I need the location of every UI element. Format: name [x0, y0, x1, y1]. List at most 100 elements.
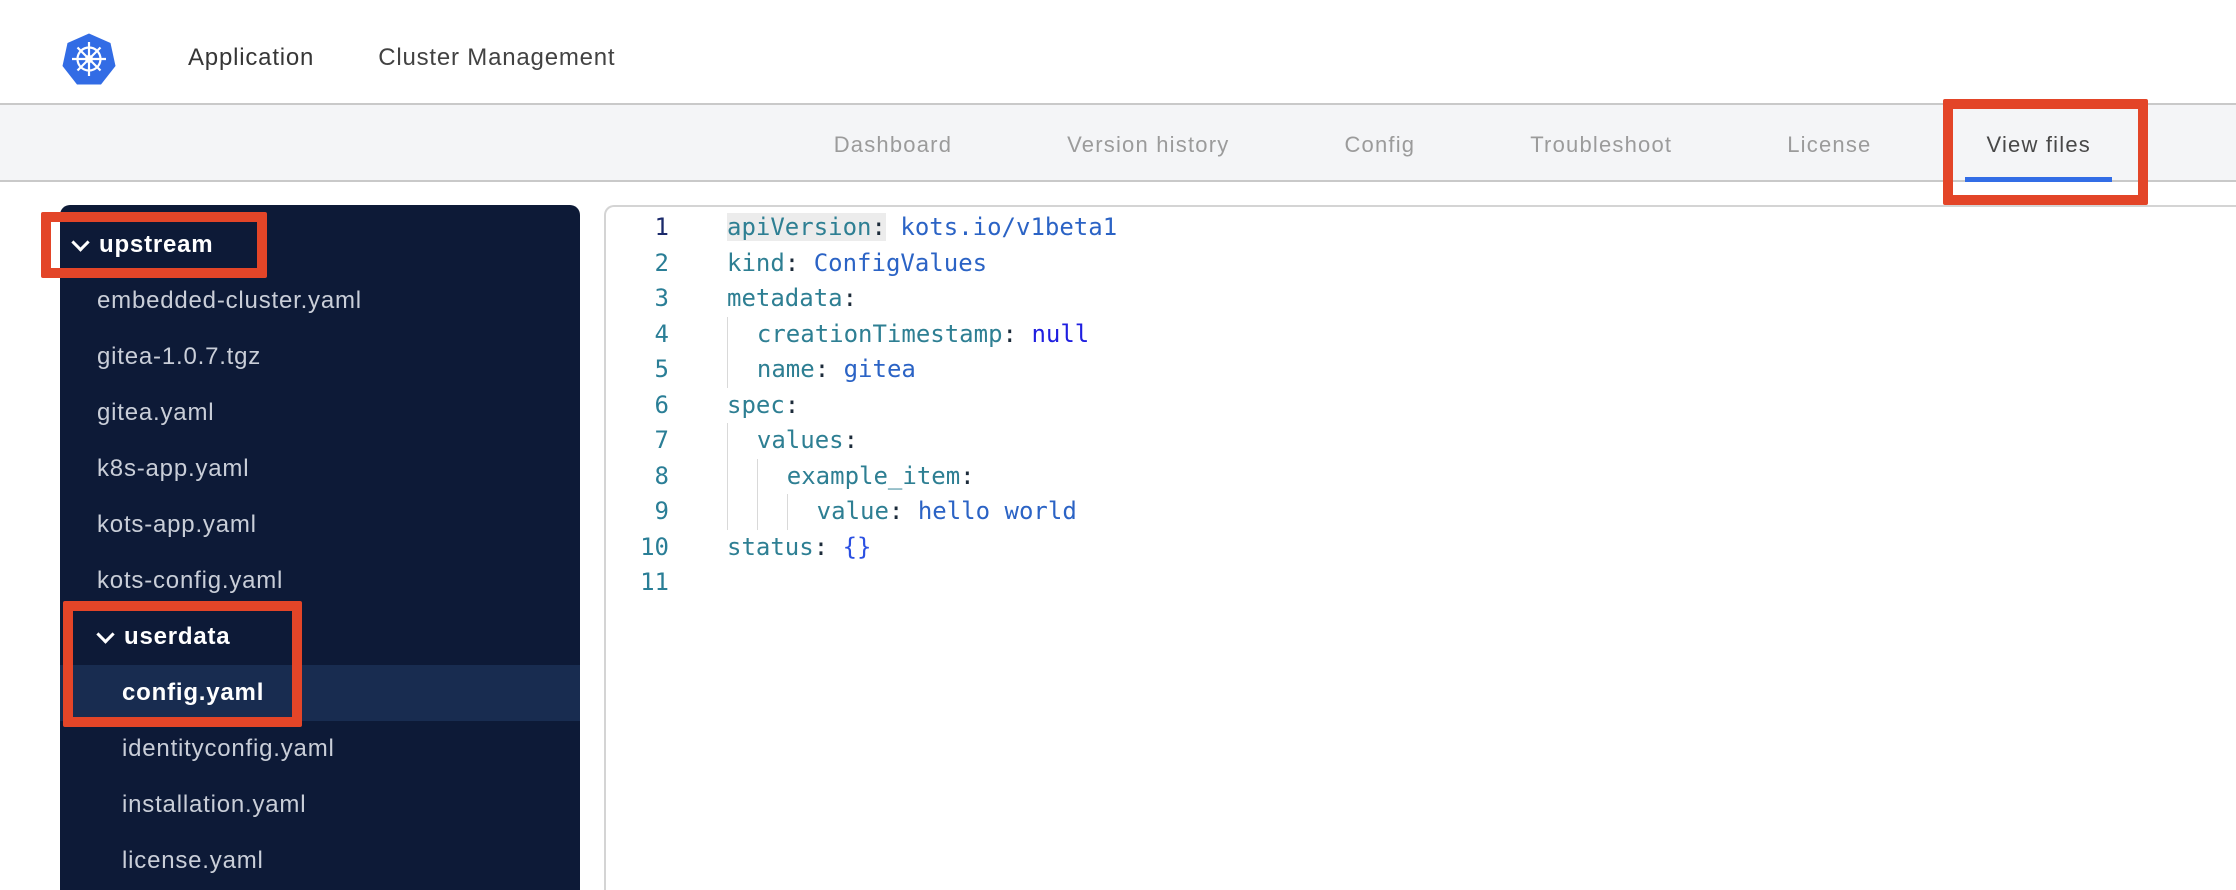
code-line-6: 6 spec: — [606, 388, 2236, 424]
indent-guide — [756, 458, 787, 494]
file-tree-item-label: config.yaml — [122, 679, 265, 706]
file-tree-item-userdata[interactable]: userdata — [60, 609, 580, 665]
line-number: 1 — [654, 213, 669, 241]
token-str: ConfigValues — [813, 248, 988, 277]
code-line-1: 1 apiVersion: kots.io/v1beta1 — [606, 210, 2236, 246]
code-line-10: 10 status: {} — [606, 530, 2236, 566]
line-number: 11 — [640, 568, 669, 596]
line-content: metadata: — [727, 281, 857, 317]
code-line-5: 5 name: gitea — [606, 352, 2236, 388]
line-number: 9 — [654, 497, 669, 525]
token-punc: : — [784, 390, 800, 419]
line-number: 7 — [654, 426, 669, 454]
line-content: spec: — [727, 388, 799, 424]
token-punc: : — [814, 355, 830, 383]
line-number: 3 — [654, 284, 669, 312]
tab-license[interactable]: License — [1766, 105, 1892, 180]
indent-guide — [786, 494, 817, 530]
top-tabs: Application Cluster Management — [160, 0, 643, 111]
file-tree-item-embedded-cluster-yaml[interactable]: embedded-cluster.yaml — [60, 273, 580, 329]
line-number: 6 — [654, 390, 669, 419]
file-tree-item-installation-yaml[interactable]: installation.yaml — [60, 777, 580, 833]
kubernetes-logo — [62, 33, 116, 85]
code-line-2: 2 kind: ConfigValues — [606, 246, 2236, 282]
indent-guide — [727, 316, 757, 352]
token-punc: : — [960, 461, 975, 490]
indent-guide — [727, 458, 757, 494]
chevron-down-icon — [96, 624, 115, 644]
file-tree-item-label: embedded-cluster.yaml — [97, 287, 362, 314]
token-punc: : — [1002, 319, 1017, 348]
line-content: status: {} — [727, 530, 872, 566]
file-tree-item-config-yaml[interactable]: config.yaml — [60, 665, 580, 721]
tab-view-files[interactable]: View files — [1965, 105, 2112, 182]
code-line-7: 7 values: — [606, 423, 2236, 459]
file-tree-item-label: identityconfig.yaml — [122, 735, 335, 762]
code-editor[interactable]: 1 apiVersion: kots.io/v1beta1 2 kind: Confi… — [604, 205, 2236, 890]
line-content: value: hello world — [727, 494, 1077, 530]
token-key: example_item — [786, 461, 961, 490]
indent-guide — [756, 494, 787, 530]
line-content: name: gitea — [727, 352, 916, 388]
token-punc: : — [843, 426, 859, 454]
top-tab-cluster-management[interactable]: Cluster Management — [350, 0, 643, 109]
code-line-8: 8 example_item: — [606, 458, 2236, 494]
indent-guide — [727, 494, 757, 530]
chevron-down-icon — [71, 232, 90, 252]
token-key: values — [756, 426, 844, 454]
file-tree-item-label: upstream — [99, 231, 214, 258]
file-tree-item-gitea-yaml[interactable]: gitea.yaml — [60, 385, 580, 441]
line-content: example_item: — [727, 458, 975, 494]
file-tree-item-kots-config-yaml[interactable]: kots-config.yaml — [60, 553, 580, 609]
indent-guide — [727, 423, 757, 459]
token-brk: {} — [842, 532, 872, 561]
line-number: 10 — [640, 532, 669, 561]
token-str: kots.io/v1beta1 — [900, 213, 1118, 241]
file-tree-item-gitea-1-0-7-tgz[interactable]: gitea-1.0.7.tgz — [60, 329, 580, 385]
token-punc: : — [871, 213, 886, 241]
line-number: 2 — [654, 248, 669, 277]
token-key: kind — [727, 248, 785, 277]
file-tree-item-license-yaml[interactable]: license.yaml — [60, 833, 580, 889]
tab-dashboard[interactable]: Dashboard — [813, 105, 973, 180]
token-punc: : — [784, 248, 800, 277]
line-number: 5 — [654, 355, 669, 383]
file-tree-item-label: kots-app.yaml — [97, 511, 257, 538]
top-tab-application[interactable]: Application — [160, 0, 343, 111]
token-key: status — [727, 532, 814, 561]
line-content: kind: ConfigValues — [727, 246, 987, 282]
kots-admin-console: Application Cluster Management Dashboard V… — [0, 0, 2236, 890]
top-navbar: Application Cluster Management — [0, 0, 2236, 111]
application-tabs: Dashboard Version history Config Troublesho… — [813, 105, 2236, 182]
file-tree-item-k8s-app-yaml[interactable]: k8s-app.yaml — [60, 441, 580, 497]
file-tree-item-kots-app-yaml[interactable]: kots-app.yaml — [60, 497, 580, 553]
token-key: apiVersion — [727, 213, 872, 241]
file-tree-item-upstream[interactable]: upstream — [60, 217, 580, 273]
file-tree-sidebar: upstream embedded-cluster.yaml gitea-1.0.7… — [60, 205, 580, 890]
token-str: hello world — [917, 497, 1077, 525]
token-key: spec — [727, 390, 785, 419]
file-tree-item-label: kots-config.yaml — [97, 567, 284, 594]
file-tree-item-label: installation.yaml — [122, 791, 307, 818]
file-tree-item-label: k8s-app.yaml — [97, 455, 250, 482]
tab-config[interactable]: Config — [1323, 105, 1436, 180]
indent-guide — [727, 352, 757, 388]
code-line-4: 4 creationTimestamp: null — [606, 316, 2236, 352]
token-punc: : — [888, 497, 904, 525]
tab-troubleshoot[interactable]: Troubleshoot — [1509, 105, 1693, 180]
token-punc: : — [842, 284, 858, 312]
file-tree-item-identityconfig-yaml[interactable]: identityconfig.yaml — [60, 721, 580, 777]
token-kw: null — [1031, 319, 1090, 348]
tab-version-history[interactable]: Version history — [1046, 105, 1250, 180]
code-line-3: 3 metadata: — [606, 281, 2236, 317]
code-line-9: 9 value: hello world — [606, 494, 2236, 530]
token-key: name — [756, 355, 815, 383]
token-key: metadata — [727, 284, 843, 312]
line-content: creationTimestamp: null — [727, 316, 1090, 352]
